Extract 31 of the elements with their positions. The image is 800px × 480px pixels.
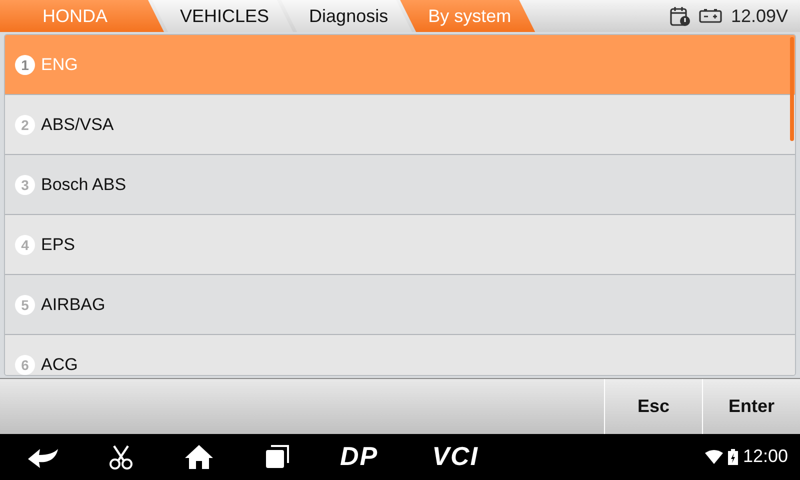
dp-logo[interactable]: DP [340,441,378,472]
item-number: 6 [15,354,35,374]
clock-time: 12:00 [742,446,788,468]
item-number: 5 [15,294,35,314]
item-number: 4 [15,234,35,254]
action-button[interactable]: Esc [604,379,702,434]
system-item[interactable]: 5 AIRBAG [5,275,795,335]
system-label: Bosch ABS [41,174,126,194]
voltage-reading: 12.09V [730,6,788,26]
battery-icon [698,8,723,24]
scroll-bar[interactable] [790,37,794,141]
scissors-icon[interactable] [108,444,134,470]
system-label: ACG [41,354,78,374]
home-icon[interactable] [184,444,214,470]
system-label: AIRBAG [41,294,106,314]
system-label: ENG [41,54,78,74]
item-number: 2 [15,114,35,134]
wifi-icon [704,450,723,464]
breadcrumb-tab[interactable]: VEHICLES [152,0,294,32]
battery-icon [728,448,738,465]
system-item[interactable]: 1 ENG [5,35,795,95]
calendar-icon [668,5,691,27]
item-number: 3 [15,174,35,194]
item-number: 1 [15,54,35,74]
vci-logo[interactable]: VCI [432,441,478,472]
system-label: EPS [41,234,76,254]
breadcrumb-tab[interactable]: Diagnosis [281,0,412,32]
recent-apps-icon[interactable] [264,444,290,470]
system-label: ABS/VSA [41,114,114,134]
action-button[interactable]: Enter [702,379,800,434]
system-item[interactable]: 3 Bosch ABS [5,155,795,215]
